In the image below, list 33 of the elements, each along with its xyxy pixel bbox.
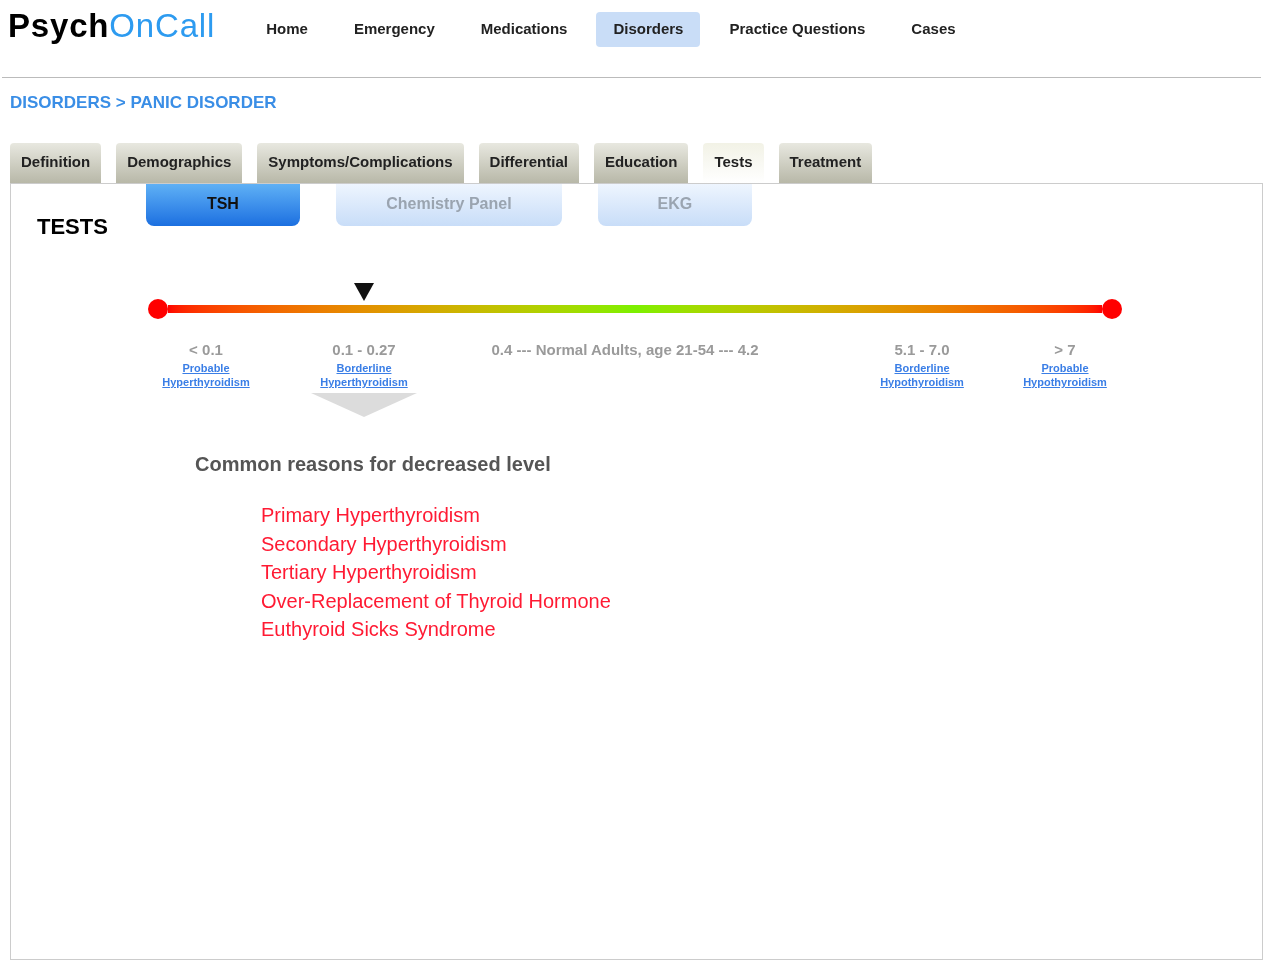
breadcrumb: DISORDERS > PANIC DISORDER: [10, 92, 278, 114]
range-link[interactable]: Borderline Hyperthyroidism: [320, 361, 408, 389]
range-link[interactable]: Borderline Hypothyroidism: [880, 361, 964, 389]
section-tab[interactable]: Differential: [478, 142, 579, 183]
section-tab[interactable]: Treatment: [778, 142, 873, 183]
section-tab[interactable]: Education: [593, 142, 689, 183]
reason-text: Secondary Hyperthyroidism: [261, 531, 508, 557]
range-value: > 7: [1054, 339, 1076, 360]
reason-text: Primary Hyperthyroidism: [261, 503, 481, 528]
test-tab[interactable]: TSH: [145, 183, 300, 226]
nav-link[interactable]: Disorders: [596, 12, 701, 47]
nav-link[interactable]: Home: [249, 12, 325, 47]
pointer-icon: [311, 393, 417, 417]
range-value: 5.1 - 7.0: [894, 339, 950, 360]
section-title: TESTS: [37, 212, 108, 241]
reason-text: Over-Replacement of Thyroid Hormone: [261, 588, 612, 614]
reason-text: Tertiary Hyperthyroidism: [261, 560, 478, 585]
range-value: 0.4 --- Normal Adults, age 21-54 --- 4.2: [491, 339, 759, 360]
logo-accent-text: OnCall: [109, 6, 216, 46]
nav-link[interactable]: Practice Questions: [712, 12, 883, 47]
section-tab[interactable]: Definition: [10, 142, 102, 183]
reason-text: Euthyroid Sicks Syndrome: [261, 617, 497, 642]
logo-text: Psych: [8, 6, 110, 46]
reasons-title: Common reasons for decreased level: [195, 452, 552, 477]
range-link[interactable]: Probable Hypothyroidism: [1023, 361, 1107, 389]
nav-link[interactable]: Emergency: [336, 12, 452, 47]
range-link[interactable]: Probable Hyperthyroidism: [162, 361, 250, 389]
range-value: 0.1 - 0.27: [332, 339, 396, 360]
section-tab[interactable]: Symptoms/Complications: [257, 142, 464, 183]
range-value: < 0.1: [189, 339, 223, 360]
section-tab[interactable]: Demographics: [116, 142, 243, 183]
nav-link[interactable]: Cases: [894, 12, 973, 47]
nav-link[interactable]: Medications: [463, 12, 585, 47]
